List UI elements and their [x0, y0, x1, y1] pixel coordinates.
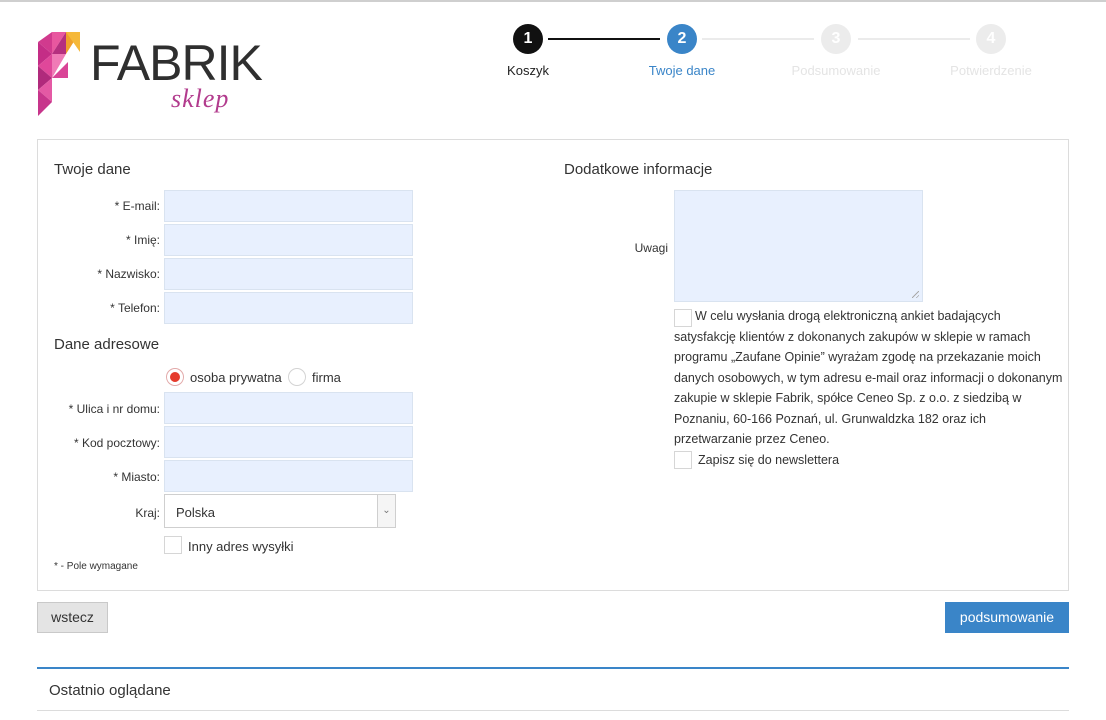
fabrik-logo[interactable]: FABRIK sklep [38, 32, 263, 118]
step-number: 1 [513, 24, 543, 54]
newsletter-label: Zapisz się do newslettera [698, 453, 840, 467]
notes-label: Uwagi [634, 241, 668, 255]
required-fields-note: * - Pole wymagane [54, 561, 138, 572]
additional-section-title: Dodatkowe informacje [564, 161, 713, 178]
logo-subtitle: sklep [171, 84, 230, 113]
recently-viewed-title: Ostatnio oglądane [49, 682, 171, 699]
step-label: Twoje dane [648, 63, 716, 78]
last-name-field[interactable] [164, 258, 413, 290]
email-field[interactable] [164, 190, 413, 222]
radio-private-label: osoba prywatna [190, 370, 282, 385]
step-your-data: 2 Twoje dane [612, 24, 752, 78]
top-border [0, 0, 1106, 2]
postcode-field[interactable] [164, 426, 413, 458]
radio-private-person[interactable] [166, 368, 184, 386]
phone-label: * Telefon: [110, 301, 160, 315]
other-shipping-label: Inny adres wysyłki [188, 539, 294, 554]
step-cart[interactable]: 1 Koszyk [458, 24, 598, 78]
radio-company-label: firma [312, 370, 341, 385]
recent-divider [37, 667, 1069, 669]
back-button[interactable]: wstecz [37, 602, 108, 633]
country-select-value: Polska [176, 505, 216, 520]
city-field[interactable] [164, 460, 413, 492]
step-number: 2 [667, 24, 697, 54]
phone-field[interactable] [164, 292, 413, 324]
first-name-label: * Imię: [125, 233, 160, 247]
recent-bottom-divider [37, 710, 1069, 711]
other-shipping-checkbox[interactable] [164, 536, 182, 554]
newsletter-checkbox[interactable] [674, 451, 692, 469]
step-confirmation: 4 Potwierdzenie [921, 24, 1061, 78]
postcode-label: * Kod pocztowy: [73, 436, 160, 450]
chevron-down-icon[interactable]: ⌄ [377, 495, 395, 527]
summary-button[interactable]: podsumowanie [945, 602, 1069, 633]
personal-section-title: Twoje dane [54, 161, 131, 178]
country-select[interactable]: Polska ⌄ [164, 494, 396, 528]
country-label: Kraj: [135, 506, 160, 520]
street-field[interactable] [164, 392, 413, 424]
step-number: 3 [821, 24, 851, 54]
step-summary: 3 Podsumowanie [766, 24, 906, 78]
street-label: * Ulica i nr domu: [68, 402, 160, 416]
first-name-field[interactable] [164, 224, 413, 256]
address-section-title: Dane adresowe [54, 336, 160, 353]
step-label: Koszyk [507, 63, 549, 78]
email-label: * E-mail: [114, 199, 160, 213]
logo-mark-icon [38, 32, 80, 116]
radio-company[interactable] [288, 368, 306, 386]
notes-textarea[interactable] [674, 190, 923, 302]
step-label: Potwierdzenie [950, 63, 1032, 78]
logo-brand-text: FABRIK [90, 35, 263, 91]
last-name-label: * Nazwisko: [97, 267, 160, 281]
step-number: 4 [976, 24, 1006, 54]
step-label: Podsumowanie [791, 63, 881, 78]
city-label: * Miasto: [113, 470, 160, 484]
consent-text: W celu wysłania drogą elektroniczną anki… [674, 309, 1063, 446]
